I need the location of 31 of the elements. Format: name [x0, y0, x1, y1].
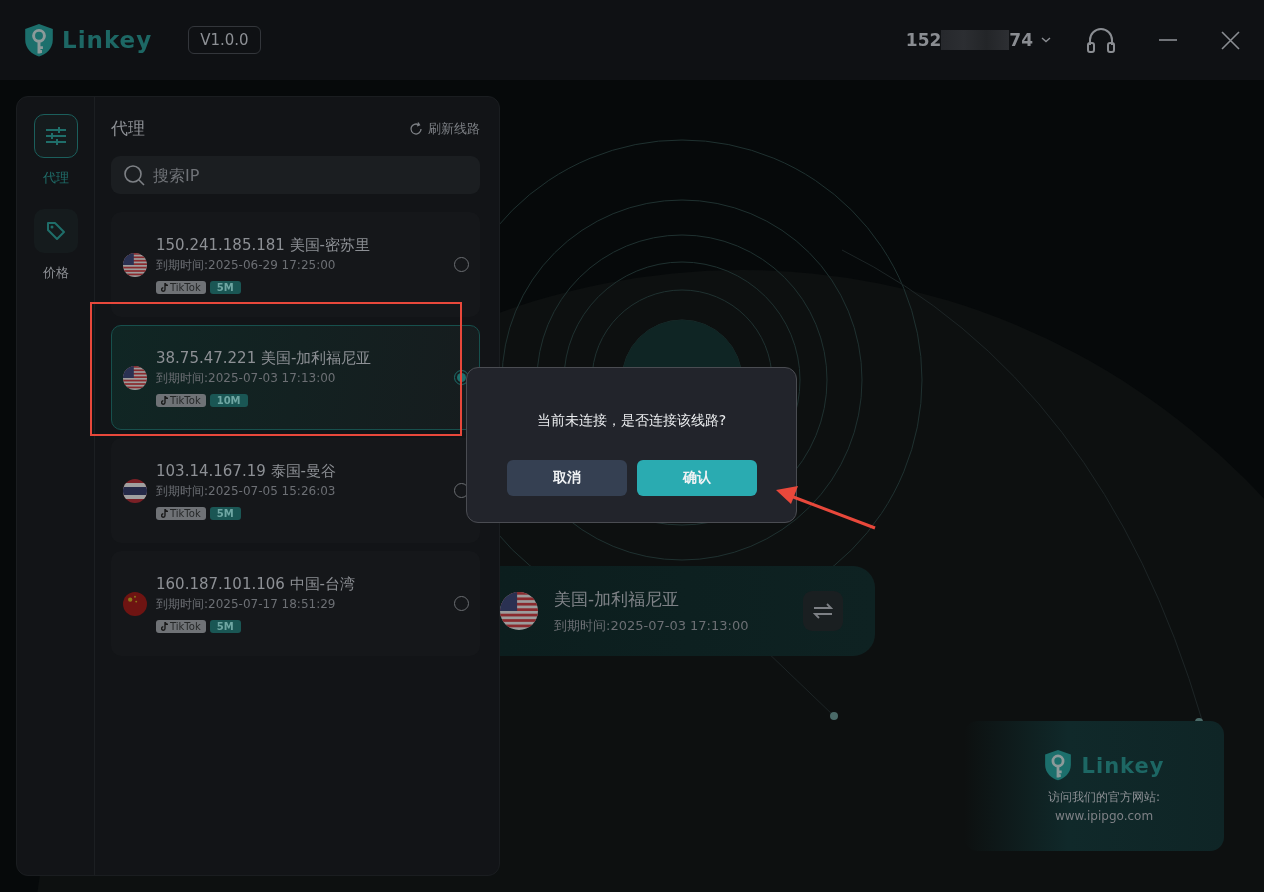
app-tag: TikTok: [156, 280, 206, 294]
expiry-time: 到期时间:2025-06-29 17:25:00: [156, 256, 337, 274]
app-tag: TikTok: [156, 393, 206, 407]
proxy-ip-location: 160.187.101.106 中国-台湾: [156, 574, 356, 594]
app-tag: TikTok: [156, 619, 206, 633]
refresh-button[interactable]: 刷新线路: [409, 119, 480, 138]
cancel-button[interactable]: 取消: [506, 460, 627, 496]
proxy-list-item[interactable]: 38.75.47.221 美国-加利福尼亚 到期时间:2025-07-03 17:13:00 TikTok 10M: [111, 325, 480, 430]
proxy-ip-location: 150.241.185.181 美国-密苏里: [156, 235, 371, 255]
bandwidth-tag: 5M: [209, 280, 241, 294]
account-number-start: 152: [905, 30, 942, 50]
version-badge: V1.0.0: [188, 26, 261, 54]
current-location: 美国-加利福尼亚: [554, 587, 681, 611]
expiry-time: 到期时间:2025-07-05 15:26:03: [156, 482, 337, 500]
dialog-message: 当前未连接，是否连接该线路?: [536, 412, 727, 430]
search-field[interactable]: 搜索IP: [111, 156, 480, 194]
bandwidth-tag: 5M: [209, 506, 241, 520]
account-number-end: 74: [1009, 30, 1033, 50]
bandwidth-tag: 5M: [209, 619, 241, 633]
website-link[interactable]: www.ipipgo.com: [1054, 808, 1154, 823]
proxy-ip-location: 103.14.167.19 泰国-曼谷: [156, 461, 337, 481]
app-logo-text: Linkey: [1081, 753, 1165, 778]
panel-title: 代理: [111, 117, 145, 140]
bandwidth-tag: 10M: [209, 393, 248, 407]
expiry-time: 到期时间:2025-07-03 17:13:00: [156, 369, 337, 387]
expiry-time: 到期时间:2025-07-03 17:13:00: [554, 616, 750, 635]
promo-caption: 访问我们的官方网站:: [1047, 788, 1160, 806]
app-tag: TikTok: [156, 506, 206, 520]
expiry-time: 到期时间:2025-07-17 18:51:29: [156, 595, 337, 613]
proxy-ip-location: 38.75.47.221 美国-加利福尼亚: [156, 348, 373, 368]
app-logo-text: Linkey: [62, 27, 153, 53]
